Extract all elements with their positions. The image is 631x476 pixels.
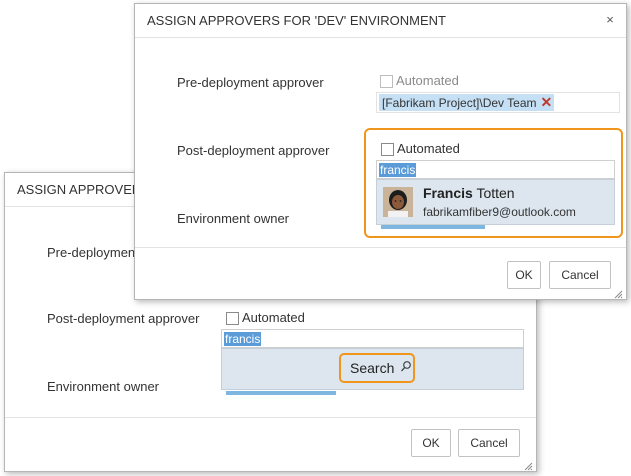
- pre-approver-tag: [Fabrikam Project]\Dev Team ✕: [379, 94, 555, 111]
- front-ok-button[interactable]: OK: [507, 261, 541, 289]
- front-pre-approver-input[interactable]: [Fabrikam Project]\Dev Team ✕: [376, 92, 620, 113]
- back-cancel-button[interactable]: Cancel: [458, 429, 520, 457]
- front-dialog-footer-divider: [135, 247, 626, 248]
- front-post-approver-input[interactable]: francis: [376, 160, 615, 179]
- front-resize-grip-icon[interactable]: [613, 286, 623, 299]
- people-suggestion-list: Francis Totten fabrikamfiber9@outlook.co…: [376, 179, 615, 225]
- back-environment-owner-label: Environment owner: [47, 379, 159, 394]
- back-post-deployment-label: Post-deployment approver: [47, 311, 200, 326]
- user-avatar: [383, 187, 413, 217]
- suggestion-item-francis-totten[interactable]: Francis Totten fabrikamfiber9@outlook.co…: [377, 180, 614, 224]
- suggestion-first-name: Francis: [423, 185, 473, 201]
- back-pre-deployment-label: Pre-deployment: [47, 245, 139, 260]
- suggestion-name: Francis Totten: [423, 185, 515, 201]
- back-post-approver-input[interactable]: francis: [221, 329, 524, 348]
- back-post-automated-label: Automated: [242, 310, 305, 325]
- back-search-text: francis: [224, 332, 262, 346]
- back-search-dropdown: Search: [221, 348, 524, 390]
- search-icon: [400, 360, 412, 379]
- pre-approver-tag-text: [Fabrikam Project]\Dev Team: [382, 96, 537, 110]
- search-button[interactable]: Search: [339, 353, 415, 383]
- front-cancel-button[interactable]: Cancel: [549, 261, 611, 289]
- search-button-label: Search: [350, 360, 395, 376]
- back-ok-button[interactable]: OK: [411, 429, 451, 457]
- front-post-automated-label: Automated: [397, 141, 460, 156]
- front-search-text: francis: [379, 163, 417, 177]
- front-post-automated-checkbox[interactable]: [381, 143, 394, 156]
- suggestion-last-name: Totten: [472, 185, 515, 201]
- back-resize-grip-icon[interactable]: [523, 458, 533, 471]
- suggestion-email: fabrikamfiber9@outlook.com: [423, 205, 576, 219]
- front-owner-tag-partial: [381, 225, 485, 229]
- front-environment-owner-label: Environment owner: [177, 211, 289, 226]
- front-pre-automated-checkbox[interactable]: [380, 75, 393, 88]
- back-post-automated-checkbox[interactable]: [226, 312, 239, 325]
- remove-tag-icon[interactable]: ✕: [541, 94, 553, 110]
- back-owner-tag-partial: [226, 391, 336, 395]
- front-assign-approvers-dialog: ASSIGN APPROVERS FOR 'DEV' ENVIRONMENT ×…: [134, 3, 627, 300]
- close-icon[interactable]: ×: [604, 13, 616, 26]
- back-dialog-footer-divider: [5, 417, 536, 418]
- front-pre-automated-label: Automated: [396, 73, 459, 88]
- front-dialog-title: ASSIGN APPROVERS FOR 'DEV' ENVIRONMENT: [135, 4, 626, 38]
- front-pre-deployment-label: Pre-deployment approver: [177, 75, 324, 90]
- front-post-deployment-label: Post-deployment approver: [177, 143, 330, 158]
